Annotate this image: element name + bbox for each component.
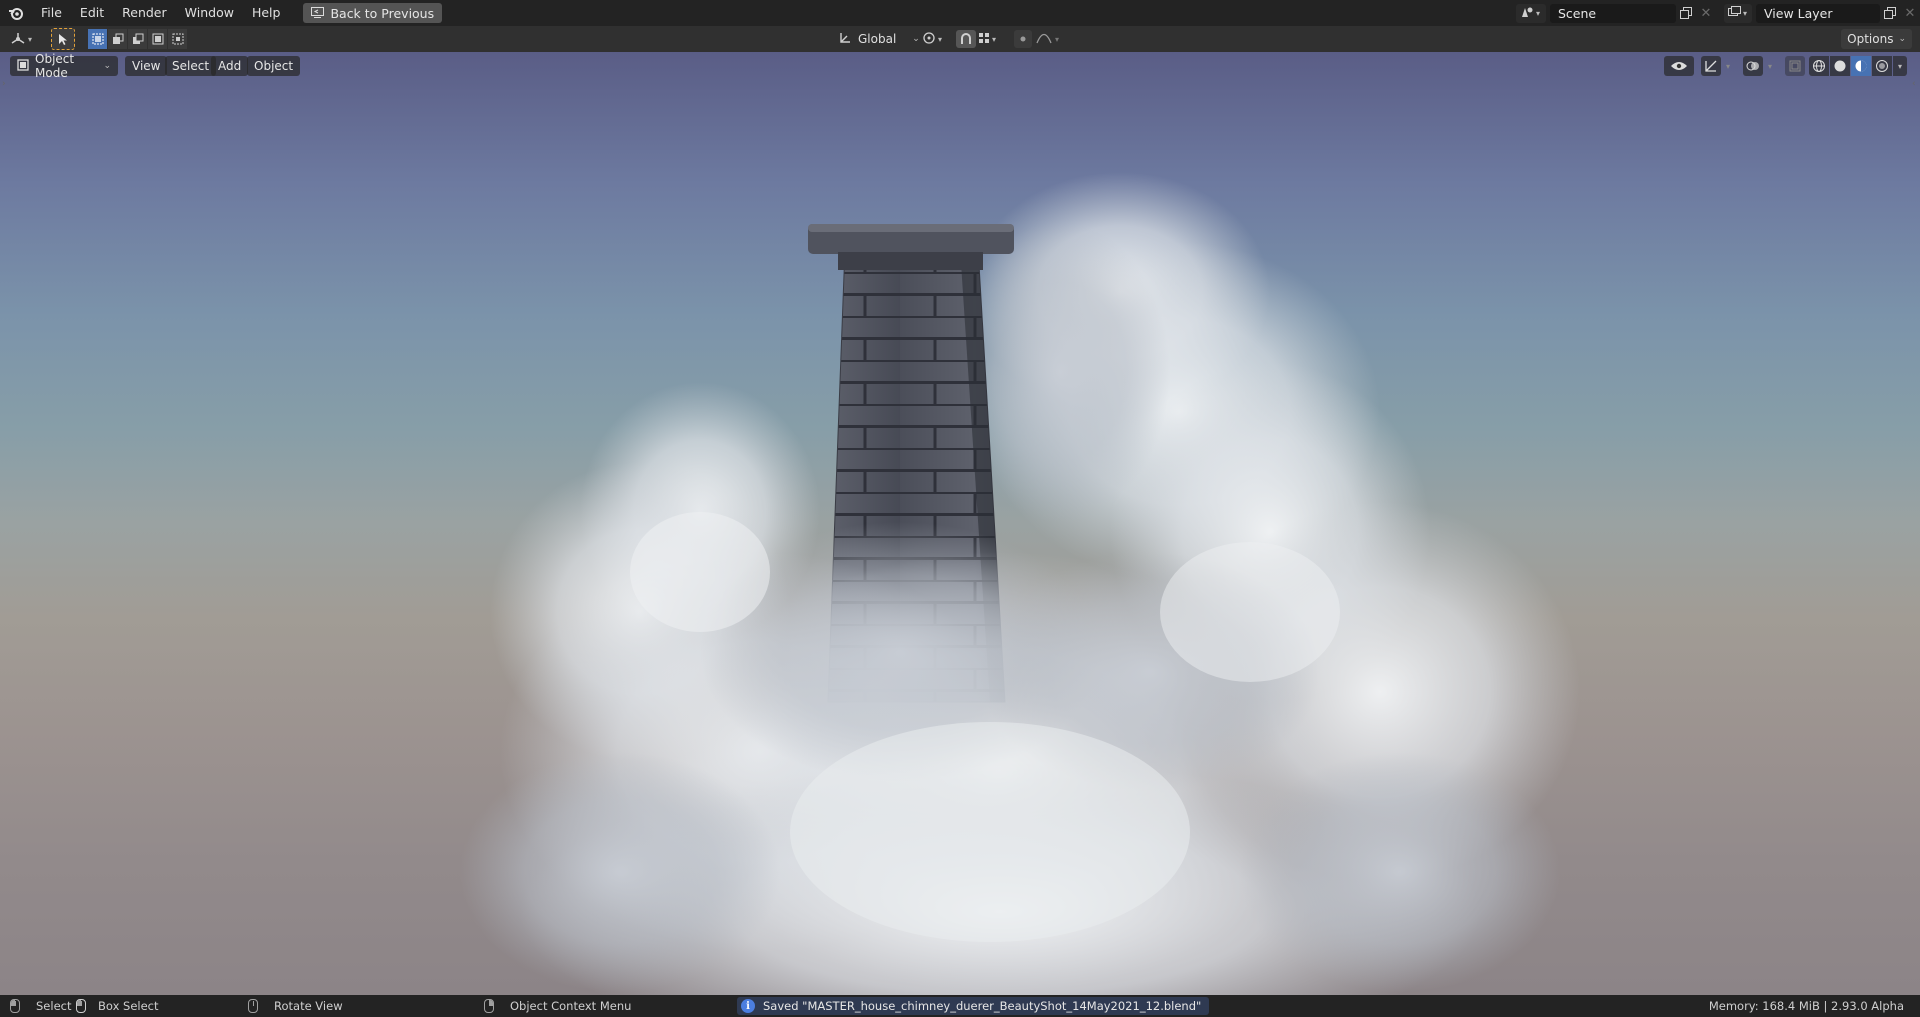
new-scene-icon[interactable]	[1676, 4, 1696, 23]
sidebar-expand-icon[interactable]: ‹	[1912, 76, 1920, 92]
back-to-previous-label: Back to Previous	[330, 5, 435, 21]
material-preview-shading-icon[interactable]	[1851, 56, 1871, 76]
chevron-down-icon: ⌄	[1898, 34, 1906, 44]
rendered-shading-icon[interactable]	[1872, 56, 1892, 76]
menu-help[interactable]: Help	[243, 0, 290, 26]
viewport-menu-object[interactable]: Object	[247, 56, 301, 76]
chevron-down-icon: ⌄	[103, 61, 111, 71]
top-menu-bar: File Edit Render Window Help Back to Pre…	[0, 0, 1920, 26]
menu-edit[interactable]: Edit	[71, 0, 113, 26]
selection-mode-group	[88, 29, 188, 49]
options-label: Options	[1847, 32, 1894, 46]
chevron-down-icon[interactable]: ▾	[1722, 56, 1734, 76]
scene-name-field[interactable]: Scene	[1550, 3, 1676, 23]
select-invert-icon[interactable]	[148, 29, 167, 49]
object-mode-label: Object Mode	[35, 52, 75, 80]
xray-toggle-icon[interactable]	[1785, 56, 1805, 76]
proportional-editing-icon[interactable]	[1014, 30, 1032, 48]
options-dropdown[interactable]: Options ⌄	[1841, 29, 1912, 49]
3d-viewport-icon	[10, 31, 26, 48]
overlays-toggle-icon[interactable]	[1743, 56, 1763, 76]
back-to-previous-button[interactable]: Back to Previous	[303, 3, 443, 23]
status-context-menu-label: Object Context Menu	[510, 999, 632, 1013]
status-select-hint: Select	[10, 995, 71, 1017]
drag-mouse-icon	[76, 999, 86, 1013]
pivot-point-icon	[922, 31, 936, 48]
proportional-falloff-dropdown[interactable]: ▾	[1036, 29, 1059, 49]
transform-orientation-dropdown[interactable]: Global ⌄	[838, 29, 920, 49]
left-mouse-icon	[10, 999, 20, 1013]
toolbar-expand-icon[interactable]: ›	[2, 76, 10, 92]
memory-stats: Memory: 168.4 MiB | 2.93.0 Alpha	[1709, 995, 1904, 1017]
chevron-down-icon: ▾	[28, 34, 33, 44]
chevron-down-icon[interactable]: ▾	[1893, 56, 1907, 76]
scene-browse-dropdown[interactable]: ▾	[1516, 3, 1546, 23]
view-layer-browse-dropdown[interactable]: ▾	[1724, 3, 1752, 23]
status-bar: Select Box Select Rotate View Object Con…	[0, 995, 1920, 1017]
visibility-eye-icon[interactable]	[1664, 56, 1694, 76]
editor-type-dropdown[interactable]: ▾	[10, 29, 32, 49]
scene-name-text: Scene	[1558, 5, 1597, 21]
chevron-down-icon: ▾	[1743, 8, 1748, 18]
delete-scene-icon[interactable]: ✕	[1696, 4, 1716, 23]
saved-message: Saved "MASTER_house_chimney_duerer_Beaut…	[763, 999, 1202, 1013]
saved-report[interactable]: i Saved "MASTER_house_chimney_duerer_Bea…	[737, 997, 1210, 1015]
status-rotate-view-label: Rotate View	[274, 999, 343, 1013]
gizmo-toggle-icon[interactable]	[1701, 56, 1721, 76]
object-mode-dropdown[interactable]: Object Mode ⌄	[10, 52, 118, 80]
snap-toggle-icon[interactable]	[956, 30, 976, 48]
falloff-curve-icon	[1036, 32, 1052, 47]
chevron-down-icon[interactable]: ▾	[1764, 56, 1776, 76]
select-subtract-icon[interactable]	[128, 29, 147, 49]
status-rotate-view-hint: Rotate View	[248, 995, 343, 1017]
memory-stats-label: Memory: 168.4 MiB | 2.93.0 Alpha	[1708, 999, 1904, 1013]
viewport-menu-view[interactable]: View	[125, 56, 168, 76]
right-mouse-icon	[484, 999, 494, 1013]
viewport-render	[460, 172, 1580, 995]
view-layer-icon	[1728, 5, 1741, 21]
orientation-label: Global	[858, 32, 897, 46]
viewport-header: Object Mode ⌄ View Select Add Object ▾ ▾	[0, 52, 1920, 80]
select-tool-icon[interactable]	[51, 28, 75, 50]
chevron-down-icon: ▾	[1536, 8, 1541, 18]
view-layer-name-text: View Layer	[1764, 5, 1833, 21]
status-box-select-label: Box Select	[98, 999, 159, 1013]
solid-shading-icon[interactable]	[1830, 56, 1850, 76]
blender-logo-icon[interactable]	[0, 0, 32, 26]
snap-target-dropdown[interactable]: ▾	[978, 29, 996, 49]
select-new-icon[interactable]	[88, 29, 107, 49]
chevron-down-icon: ▾	[938, 34, 943, 44]
pivot-point-dropdown[interactable]: ▾	[922, 29, 942, 49]
status-select-label: Select	[36, 999, 72, 1013]
middle-mouse-icon	[248, 999, 258, 1013]
select-intersect-icon[interactable]	[168, 29, 187, 49]
snap-increment-icon	[978, 32, 990, 47]
viewport-overlay-controls: ▾ ▾ ▾	[1664, 56, 1908, 76]
menu-window[interactable]: Window	[176, 0, 243, 26]
3d-viewport[interactable]: Object Mode ⌄ View Select Add Object ▾ ▾	[0, 52, 1920, 995]
chevron-down-icon: ▾	[1055, 34, 1060, 44]
object-mode-icon	[17, 58, 29, 74]
orientation-axes-icon	[838, 31, 852, 48]
viewport-menu-select[interactable]: Select	[165, 56, 217, 76]
menu-file[interactable]: File	[32, 0, 71, 26]
view-layer-name-field[interactable]: View Layer	[1756, 3, 1880, 23]
screen-back-icon	[311, 6, 325, 21]
status-box-select-hint: Box Select	[76, 995, 159, 1017]
new-view-layer-icon[interactable]	[1880, 4, 1900, 23]
viewport-menu-add[interactable]: Add	[211, 56, 249, 76]
status-context-menu-hint: Object Context Menu	[484, 995, 631, 1017]
scene-icon	[1520, 5, 1534, 22]
menu-render[interactable]: Render	[113, 0, 176, 26]
tool-settings-header: ▾ Global ⌄ ▾ ▾ ▾ Options ⌄	[0, 26, 1920, 52]
select-extend-icon[interactable]	[108, 29, 127, 49]
chevron-down-icon: ⌄	[912, 34, 920, 44]
wireframe-shading-icon[interactable]	[1809, 56, 1829, 76]
info-icon: i	[741, 999, 755, 1013]
chevron-down-icon: ▾	[992, 34, 997, 44]
delete-view-layer-icon[interactable]: ✕	[1900, 4, 1920, 23]
